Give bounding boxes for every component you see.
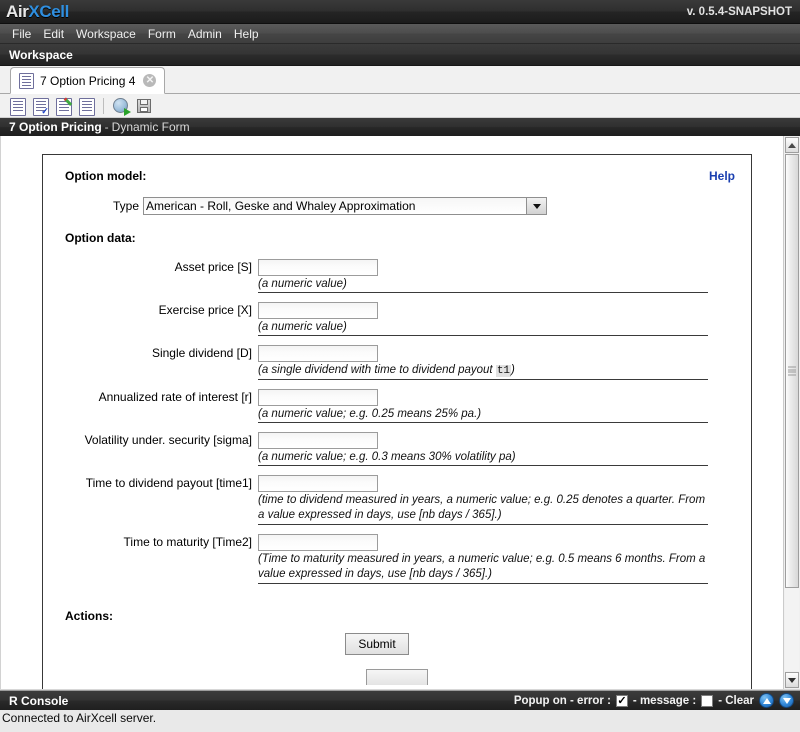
field-label: Asset price [S] bbox=[174, 260, 252, 274]
validate-form-icon[interactable]: ✓ bbox=[31, 97, 49, 116]
popup-on-error-label: Popup on - error : bbox=[513, 694, 611, 707]
option-model-section-heading: Option model: Help bbox=[43, 169, 751, 183]
app-version-label: v. 0.5.4-SNAPSHOT bbox=[686, 5, 792, 18]
type-select-value: American - Roll, Geske and Whaley Approx… bbox=[146, 199, 416, 213]
field-label: Volatility under. security [sigma] bbox=[84, 433, 252, 447]
field-hint: (a numeric value; e.g. 0.25 means 25% pa… bbox=[258, 406, 708, 423]
option-data-label: Option data: bbox=[65, 231, 136, 245]
scrollbar-thumb[interactable] bbox=[785, 154, 799, 589]
field-row-asset-price: Asset price [S] (a numeric value) bbox=[43, 259, 751, 300]
menu-item-workspace[interactable]: Workspace bbox=[70, 25, 142, 43]
submit-row: Submit bbox=[43, 633, 751, 655]
form-title-dash: - bbox=[104, 120, 109, 134]
console-output-area[interactable]: Connected to AirXcell server. bbox=[0, 710, 800, 732]
inline-code-t1: t1 bbox=[495, 365, 512, 377]
chevron-down-icon[interactable] bbox=[526, 198, 546, 214]
field-label: Single dividend [D] bbox=[151, 346, 252, 360]
scrollbar-track[interactable] bbox=[785, 154, 799, 671]
console-header-bar: R Console Popup on - error : ✓ - message… bbox=[0, 690, 800, 710]
logo-cell-text: Cell bbox=[39, 2, 69, 21]
field-label: Time to maturity [Time2] bbox=[123, 535, 252, 549]
menu-item-help[interactable]: Help bbox=[228, 25, 265, 43]
application-window: AirXCell v. 0.5.4-SNAPSHOT File Edit Wor… bbox=[0, 0, 800, 732]
field-label: Time to dividend payout [time1] bbox=[85, 476, 252, 490]
popup-message-checkbox[interactable] bbox=[701, 694, 714, 707]
field-label: Exercise price [X] bbox=[158, 303, 252, 317]
popup-on-message-label: - message : bbox=[632, 694, 697, 707]
view-form-icon[interactable] bbox=[77, 97, 95, 116]
tab-label: 7 Option Pricing 4 bbox=[40, 73, 136, 88]
arrow-up-icon[interactable] bbox=[759, 693, 774, 708]
field-hint: (Time to maturity measured in years, a n… bbox=[258, 551, 708, 584]
form-scroll-view: Option model: Help Type American - Roll,… bbox=[0, 136, 783, 689]
form-kind-label: Dynamic Form bbox=[111, 120, 190, 134]
field-hint: (a numeric value; e.g. 0.3 means 30% vol… bbox=[258, 449, 708, 466]
edit-form-icon[interactable] bbox=[54, 97, 72, 116]
document-icon bbox=[19, 72, 34, 89]
menu-item-edit[interactable]: Edit bbox=[37, 25, 70, 43]
tab-option-pricing-4[interactable]: 7 Option Pricing 4 ✕ bbox=[10, 67, 166, 94]
type-label: Type bbox=[112, 199, 139, 213]
logo-x-text: X bbox=[28, 2, 40, 21]
console-output-text: Connected to AirXcell server. bbox=[0, 710, 800, 732]
option-data-section-heading: Option data: bbox=[43, 231, 751, 245]
field-label: Annualized rate of interest [r] bbox=[98, 390, 252, 404]
form-panel: Option model: Help Type American - Roll,… bbox=[42, 154, 752, 689]
console-title-label: R Console bbox=[9, 693, 69, 708]
field-row-single-dividend: Single dividend [D] (a single dividend w… bbox=[43, 345, 751, 387]
field-row-exercise-price: Exercise price [X] (a numeric value) bbox=[43, 302, 751, 343]
submit-button[interactable]: Submit bbox=[345, 633, 409, 655]
field-hint: (a numeric value) bbox=[258, 276, 708, 293]
form-title-bar: 7 Option Pricing - Dynamic Form bbox=[0, 118, 800, 136]
app-logo: AirXCell bbox=[6, 3, 69, 20]
clear-console-label[interactable]: - Clear bbox=[718, 695, 754, 707]
menu-item-file[interactable]: File bbox=[6, 25, 37, 43]
field-hint: (a single dividend with time to dividend… bbox=[258, 362, 708, 380]
scroll-up-button[interactable] bbox=[785, 137, 799, 153]
actions-section-heading: Actions: bbox=[43, 609, 751, 623]
actions-label: Actions: bbox=[65, 609, 113, 623]
exercise-price-input[interactable] bbox=[258, 302, 378, 319]
menu-bar: File Edit Workspace Form Admin Help bbox=[0, 24, 800, 44]
form-body-area: Option model: Help Type American - Roll,… bbox=[0, 136, 800, 690]
field-hint: (a numeric value) bbox=[258, 319, 708, 336]
field-hint: (time to dividend measured in years, a n… bbox=[258, 492, 708, 525]
scroll-down-button[interactable] bbox=[785, 672, 799, 688]
console-controls: Popup on - error : ✓ - message : - Clear bbox=[514, 693, 794, 708]
close-icon[interactable]: ✕ bbox=[143, 74, 157, 87]
field-row-time-to-maturity: Time to maturity [Time2] (Time to maturi… bbox=[43, 534, 751, 591]
asset-price-input[interactable] bbox=[258, 259, 378, 276]
workspace-header-label: Workspace bbox=[9, 47, 73, 62]
field-row-interest-rate: Annualized rate of interest [r] (a numer… bbox=[43, 389, 751, 430]
secondary-action-button[interactable] bbox=[366, 669, 428, 685]
volatility-input[interactable] bbox=[258, 432, 378, 449]
single-dividend-input[interactable] bbox=[258, 345, 378, 362]
help-link[interactable]: Help bbox=[709, 169, 735, 183]
save-form-icon[interactable] bbox=[135, 97, 153, 115]
popup-error-checkbox[interactable]: ✓ bbox=[615, 694, 628, 707]
interest-rate-input[interactable] bbox=[258, 389, 378, 406]
arrow-down-icon[interactable] bbox=[779, 693, 794, 708]
field-row-volatility: Volatility under. security [sigma] (a nu… bbox=[43, 432, 751, 473]
type-select[interactable]: American - Roll, Geske and Whaley Approx… bbox=[143, 197, 547, 215]
new-form-icon[interactable] bbox=[8, 97, 26, 116]
menu-item-form[interactable]: Form bbox=[142, 25, 182, 43]
toolbar-separator bbox=[103, 97, 104, 114]
logo-air-text: Air bbox=[6, 2, 29, 21]
field-row-time-to-dividend: Time to dividend payout [time1] (time to… bbox=[43, 475, 751, 532]
run-form-icon[interactable] bbox=[112, 97, 131, 116]
title-bar: AirXCell v. 0.5.4-SNAPSHOT bbox=[0, 0, 800, 24]
menu-item-admin[interactable]: Admin bbox=[182, 25, 228, 43]
time-to-dividend-input[interactable] bbox=[258, 475, 378, 492]
form-toolbar: ✓ bbox=[0, 94, 800, 118]
time-to-maturity-input[interactable] bbox=[258, 534, 378, 551]
vertical-scrollbar[interactable] bbox=[783, 136, 800, 689]
workspace-section-header: Workspace bbox=[0, 44, 800, 66]
tab-strip: 7 Option Pricing 4 ✕ bbox=[0, 66, 800, 94]
type-row: Type American - Roll, Geske and Whaley A… bbox=[43, 197, 751, 215]
scrollbar-grip-icon bbox=[788, 366, 796, 376]
option-model-label: Option model: bbox=[65, 169, 147, 183]
form-name-label: 7 Option Pricing bbox=[9, 120, 102, 134]
